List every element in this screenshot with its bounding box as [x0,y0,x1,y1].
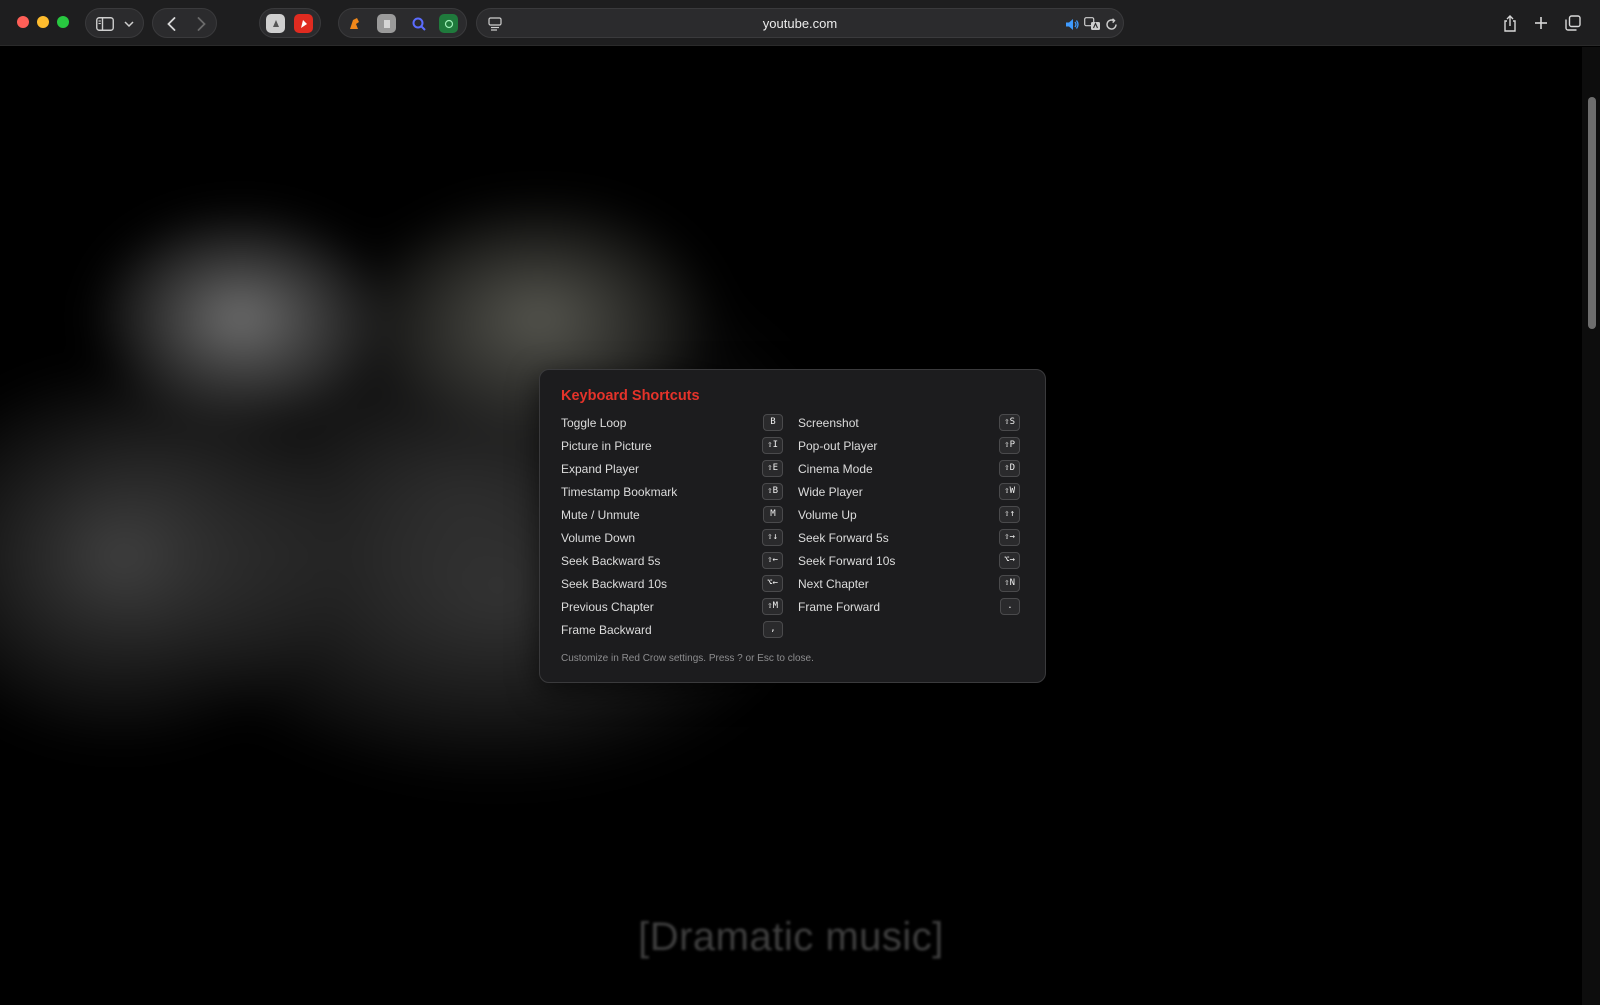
shortcut-row: Wide Player ⇧W [798,483,1020,501]
fullscreen-window-button[interactable] [57,16,69,28]
shortcut-label: Seek Forward 10s [798,554,896,568]
shortcut-row: Pop-out Player ⇧P [798,437,1020,455]
extensions-group-2 [338,8,467,38]
speaker-icon[interactable] [1063,9,1081,39]
extension-1-icon[interactable] [266,14,285,33]
extension-2-icon[interactable] [294,14,313,33]
shortcut-label: Timestamp Bookmark [561,485,678,499]
shortcut-row: Seek Backward 10s ⌥← [561,575,783,593]
shortcut-key: ⇧↑ [999,506,1020,523]
shortcut-row: Screenshot ⇧S [798,414,1020,432]
back-arrow-icon[interactable] [157,9,185,39]
shortcut-key: ⇧D [999,460,1020,477]
shortcut-row: Seek Forward 5s ⇧→ [798,529,1020,547]
shortcut-label: Wide Player [798,485,863,499]
shortcut-label: Mute / Unmute [561,508,640,522]
shortcut-key: ⇧M [762,598,783,615]
minimize-window-button[interactable] [37,16,49,28]
shortcut-label: Frame Forward [798,600,881,614]
browser-toolbar: youtube.com [0,0,1600,46]
shortcut-key: ⇧→ [999,529,1020,546]
shortcut-row: Picture in Picture ⇧I [561,437,783,455]
shortcut-label: Frame Backward [561,623,652,637]
shortcut-key: ⌥← [762,575,783,592]
shortcut-key: ⌥→ [999,552,1020,569]
shortcut-label: Volume Down [561,531,636,545]
shortcut-label: Seek Forward 5s [798,531,889,545]
shortcut-row: Timestamp Bookmark ⇧B [561,483,783,501]
reload-icon[interactable] [1102,9,1120,39]
shortcut-row: Toggle Loop B [561,414,783,432]
shortcut-key: ⇧N [999,575,1020,592]
shortcut-key: ⇧I [762,437,783,454]
sidebar-control [85,8,144,38]
tab-overview-icon[interactable] [1559,8,1587,38]
extension-4-icon[interactable] [377,14,396,33]
forward-arrow-icon[interactable] [187,9,215,39]
shortcut-label: Volume Up [798,508,857,522]
chevron-down-icon[interactable] [120,9,138,39]
extensions-group-1 [259,8,321,38]
extension-6-icon[interactable] [439,14,458,33]
shortcut-row: Frame Backward, [561,621,783,639]
shortcut-label: Pop-out Player [798,439,878,453]
sidebar-icon[interactable] [92,9,118,39]
shortcut-label: Cinema Mode [798,462,873,476]
shortcut-label: Screenshot [798,416,859,430]
navigation-control [152,8,217,38]
shortcut-row: Volume Up ⇧↑ [798,506,1020,524]
shortcut-row: Volume Down ⇧↓ [561,529,783,547]
shortcut-key: M [763,506,783,523]
shortcut-key: ⇧← [762,552,783,569]
shortcut-label: Previous Chapter [561,600,654,614]
shortcut-key: ⇧W [999,483,1020,500]
close-window-button[interactable] [17,16,29,28]
shortcut-label: Seek Backward 10s [561,577,668,591]
shortcut-row: Previous Chapter ⇧M [561,598,783,616]
shortcut-label: Toggle Loop [561,416,627,430]
shortcut-label: Next Chapter [798,577,869,591]
shortcut-row: Seek Backward 5s ⇧← [561,552,783,570]
panel-footer: Customize in Red Crow settings. Press ? … [561,653,814,664]
shortcut-key: ⇧P [999,437,1020,454]
panel-title: Keyboard Shortcuts [561,388,700,404]
keyboard-shortcuts-panel: Keyboard Shortcuts Toggle Loop B Picture i… [539,369,1046,683]
shortcut-key: B [763,414,783,431]
shortcut-label: Expand Player [561,462,640,476]
red-crow-extension-icon[interactable] [345,14,364,33]
url-text[interactable]: youtube.com [477,9,1123,39]
shortcut-key: . [1000,598,1020,615]
shortcut-row: Mute / Unmute M [561,506,783,524]
share-icon[interactable] [1496,8,1524,38]
scrollbar-thumb[interactable] [1588,97,1596,329]
magnifier-extension-icon[interactable] [409,14,428,33]
shortcut-row: Next Chapter ⇧N [798,575,1020,593]
shortcut-key: ⇧S [999,414,1020,431]
shortcut-label: Picture in Picture [561,439,652,453]
video-caption: [Dramatic music] [638,915,944,959]
shortcut-row: Frame Forward. [798,598,1020,616]
plus-icon[interactable] [1527,8,1555,38]
translate-icon[interactable] [1082,9,1102,39]
scrollbar[interactable] [1582,47,1600,1005]
shortcut-key: ⇧B [762,483,783,500]
shortcut-key: , [763,621,783,638]
shortcut-row: Cinema Mode ⇧D [798,460,1020,478]
shortcut-row: Expand Player ⇧E [561,460,783,478]
shortcut-key: ⇧↓ [762,529,783,546]
shortcut-key: ⇧E [762,460,783,477]
shortcut-row: Seek Forward 10s ⌥→ [798,552,1020,570]
shortcut-label: Seek Backward 5s [561,554,661,568]
address-bar[interactable]: youtube.com [476,8,1124,38]
